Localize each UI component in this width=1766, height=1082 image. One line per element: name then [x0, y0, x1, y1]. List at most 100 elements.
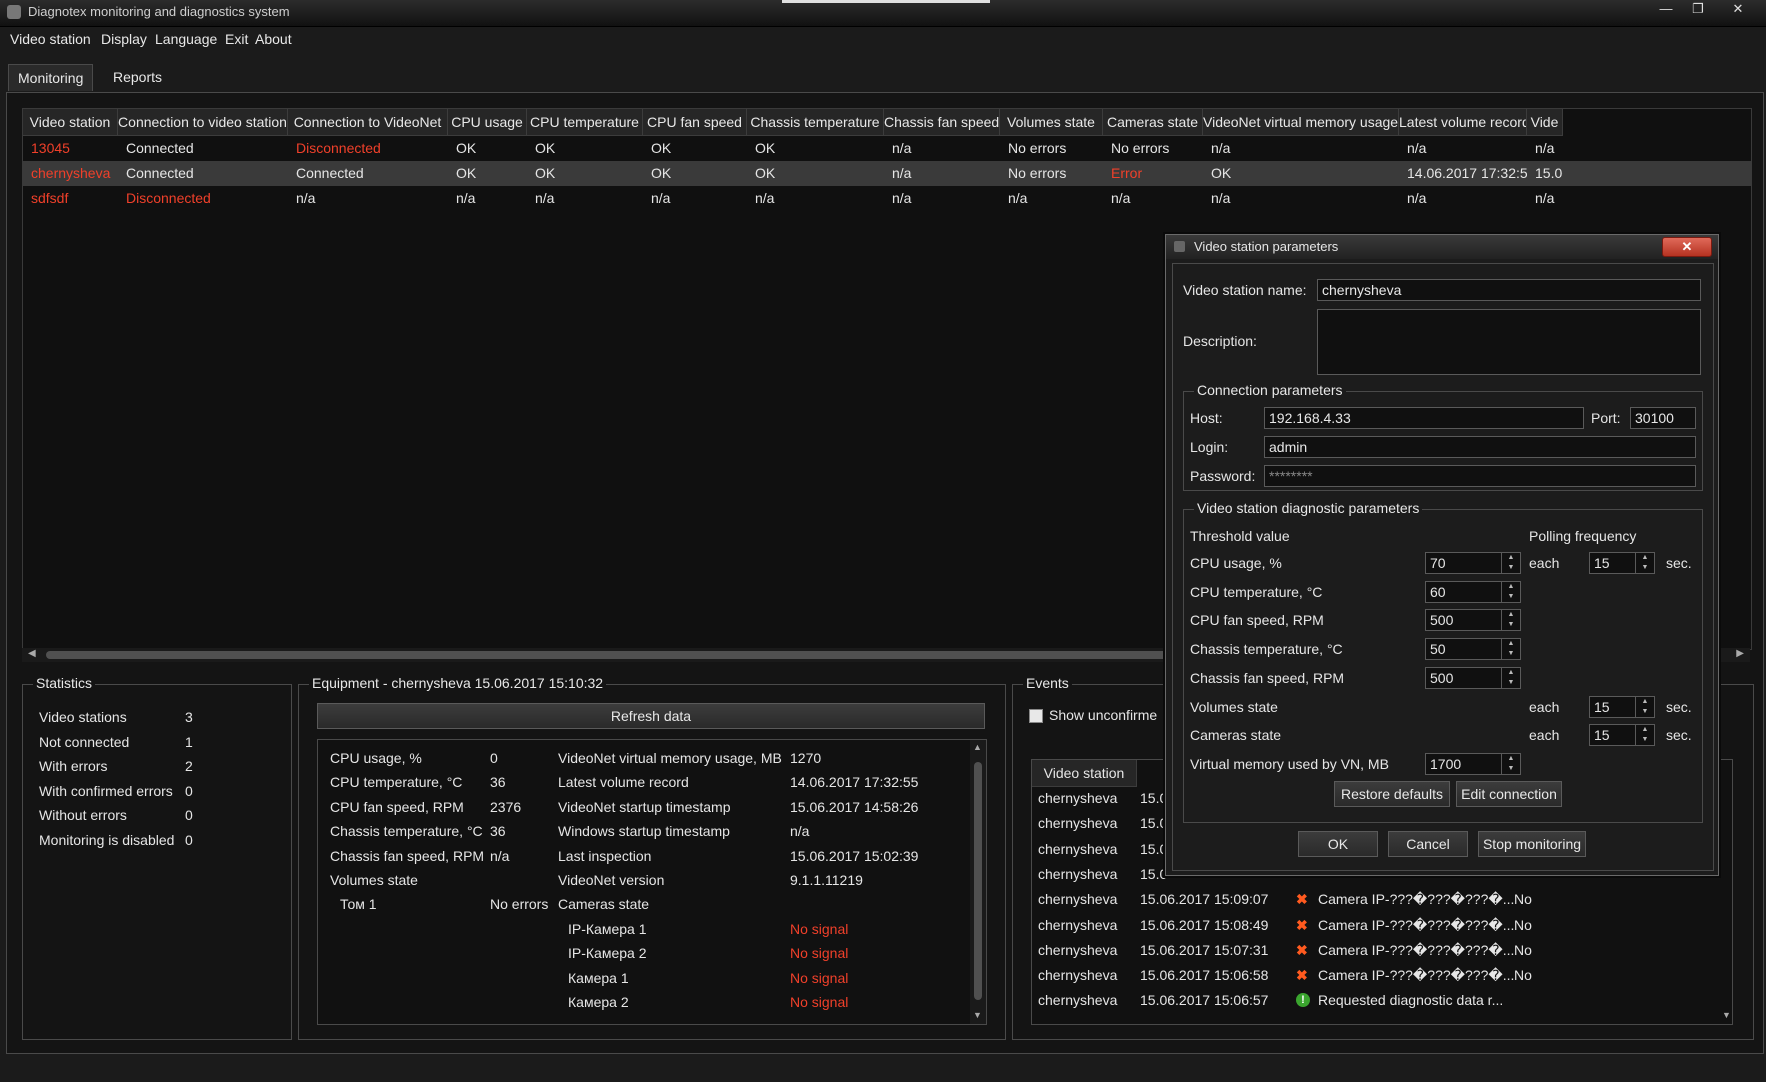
equipment-param-label: Chassis fan speed, RPM	[330, 847, 485, 864]
column-header[interactable]: Cameras state	[1103, 109, 1203, 136]
events-column-video-station[interactable]: Video station	[1032, 760, 1137, 787]
spinner-arrows-icon[interactable]: ▲ ▼	[1501, 581, 1520, 602]
table-cell: Connected	[126, 140, 194, 156]
event-confirmed: No	[1514, 967, 1532, 984]
show-unconfirmed-label: Show unconfirme	[1049, 707, 1158, 723]
column-header[interactable]: CPU usage	[448, 109, 527, 136]
scroll-right-icon[interactable]: ▶	[1736, 648, 1744, 659]
param-label: Chassis temperature, °C	[1190, 641, 1343, 658]
dialog-close-icon[interactable]: ✕	[1662, 237, 1712, 257]
equipment-label: Equipment - chernysheva 15.06.2017 15:10…	[309, 675, 607, 691]
column-header[interactable]: CPU temperature	[527, 109, 643, 136]
param-threshold-spinner[interactable]: 60 ▲ ▼	[1425, 580, 1521, 603]
port-input[interactable]: 30100	[1630, 407, 1696, 429]
camera-name: IP-Камера 2	[568, 945, 647, 962]
param-threshold-spinner[interactable]: 1700 ▲ ▼	[1425, 752, 1521, 775]
equipment-info-label: Windows startup timestamp	[558, 823, 730, 840]
menu-language[interactable]: Language	[155, 31, 217, 47]
equipment-info-value: 14.06.2017 17:32:55	[790, 774, 919, 791]
spinner-arrows-icon[interactable]: ▲ ▼	[1635, 725, 1654, 746]
equipment-scrollbar[interactable]: ▲ ▼	[970, 740, 986, 1024]
error-icon: ✖	[1296, 891, 1308, 908]
polling-spinner[interactable]: 15 ▲ ▼	[1589, 724, 1655, 747]
table-row[interactable]: 13045 Connected Disconnected OK OK OK OK n/a No …	[23, 136, 1751, 161]
scrollbar-thumb[interactable]	[46, 651, 1246, 659]
column-header[interactable]: Connection to video station	[118, 109, 288, 136]
tab-reports[interactable]: Reports	[104, 64, 171, 90]
equipment-scroll-thumb[interactable]	[974, 762, 982, 1000]
column-header[interactable]: Latest volume record	[1399, 109, 1527, 136]
edit-connection-button[interactable]: Edit connection	[1456, 781, 1562, 807]
menu-video-station[interactable]: Video station	[10, 31, 91, 47]
camera-status: No signal	[790, 994, 849, 1010]
table-row[interactable]: sdfsdf Disconnected n/a n/a n/a n/a n/a n/a n/a n…	[23, 186, 1751, 211]
stat-value: 2	[185, 758, 193, 775]
polling-header: Polling frequency	[1529, 528, 1637, 544]
equipment-info-label: Latest volume record	[558, 774, 689, 791]
event-message: Camera IP-???�???�???�...	[1318, 916, 1515, 933]
spinner-arrows-icon[interactable]: ▲ ▼	[1501, 610, 1520, 631]
param-threshold-spinner[interactable]: 70 ▲ ▼	[1425, 552, 1521, 574]
event-message: Camera IP-???�???�???�...	[1318, 941, 1515, 958]
spinner-arrows-icon[interactable]: ▲ ▼	[1635, 553, 1654, 573]
equipment-param-value: 36	[490, 823, 506, 840]
event-message: Camera IP-???�???�???�...	[1318, 891, 1515, 908]
spinner-arrows-icon[interactable]: ▲ ▼	[1501, 639, 1520, 660]
close-icon[interactable]: ✕	[1724, 0, 1752, 20]
ok-button[interactable]: OK	[1298, 831, 1378, 857]
table-cell: n/a	[892, 140, 912, 156]
param-threshold-spinner[interactable]: 500 ▲ ▼	[1425, 666, 1521, 689]
stat-label: Monitoring is disabled	[39, 832, 175, 848]
event-date: 15.06.2017 15:09:07	[1140, 891, 1269, 908]
column-header[interactable]: Connection to VideoNet	[288, 109, 448, 136]
menu-exit[interactable]: Exit	[225, 31, 248, 47]
event-station: chernysheva	[1038, 967, 1118, 984]
param-threshold-spinner[interactable]: 500 ▲ ▼	[1425, 609, 1521, 632]
column-header[interactable]: Vide	[1527, 109, 1563, 136]
spinner-arrows-icon[interactable]: ▲ ▼	[1501, 553, 1520, 573]
column-header[interactable]: CPU fan speed	[643, 109, 747, 136]
table-cell: OK	[456, 140, 477, 156]
param-threshold-spinner[interactable]: 50 ▲ ▼	[1425, 638, 1521, 661]
station-name-input[interactable]: chernysheva	[1317, 279, 1701, 301]
menu-about[interactable]: About	[255, 31, 292, 47]
events-scroll-down-icon[interactable]: ▼	[1722, 1010, 1731, 1020]
scroll-up-icon[interactable]: ▲	[973, 742, 982, 752]
spinner-arrows-icon[interactable]: ▲ ▼	[1501, 667, 1520, 688]
tab-monitoring[interactable]: Monitoring	[8, 64, 94, 91]
column-header[interactable]: VideoNet virtual memory usage	[1203, 109, 1399, 136]
table-cell: chernysheva	[31, 165, 111, 181]
table-cell: OK	[651, 165, 672, 181]
scroll-left-icon[interactable]: ◀	[28, 648, 36, 659]
column-header[interactable]: Chassis fan speed	[884, 109, 1000, 136]
table-row[interactable]: chernysheva Connected Connected OK OK OK OK n/a…	[23, 161, 1751, 186]
scroll-down-icon[interactable]: ▼	[973, 1010, 982, 1020]
column-header[interactable]: Chassis temperature	[747, 109, 884, 136]
cancel-button[interactable]: Cancel	[1388, 831, 1468, 857]
column-header[interactable]: Volumes state	[1000, 109, 1103, 136]
restore-defaults-button[interactable]: Restore defaults	[1334, 781, 1450, 807]
table-cell: n/a	[651, 190, 671, 206]
event-station: chernysheva	[1038, 916, 1118, 933]
host-input[interactable]: 192.168.4.33	[1264, 407, 1584, 429]
menu-display[interactable]: Display	[101, 31, 147, 47]
refresh-data-button[interactable]: Refresh data	[317, 703, 985, 729]
table-cell: 14.06.2017 17:32:55	[1407, 165, 1527, 181]
spinner-arrows-icon[interactable]: ▲ ▼	[1501, 753, 1520, 774]
stop-monitoring-button[interactable]: Stop monitoring	[1478, 831, 1586, 857]
event-date: 15.06.2017 15:07:31	[1140, 941, 1269, 958]
login-input[interactable]: admin	[1264, 436, 1696, 458]
events-label: Events	[1023, 675, 1072, 691]
description-input[interactable]	[1317, 309, 1701, 375]
show-unconfirmed-checkbox[interactable]	[1029, 709, 1043, 723]
minimize-icon[interactable]: —	[1652, 0, 1680, 20]
spinner-arrows-icon[interactable]: ▲ ▼	[1635, 696, 1654, 717]
event-date: 15.06.2017 15:08:49	[1140, 916, 1269, 933]
camera-status: No signal	[790, 969, 849, 986]
maximize-icon[interactable]: ❐	[1684, 0, 1712, 20]
password-input[interactable]: ********	[1264, 465, 1696, 487]
polling-spinner[interactable]: 15 ▲ ▼	[1589, 695, 1655, 718]
video-station-parameters-dialog: Video station parameters ✕ Video station…	[1165, 234, 1719, 876]
polling-spinner[interactable]: 15 ▲ ▼	[1589, 552, 1655, 574]
column-header[interactable]: Video station	[23, 109, 118, 136]
